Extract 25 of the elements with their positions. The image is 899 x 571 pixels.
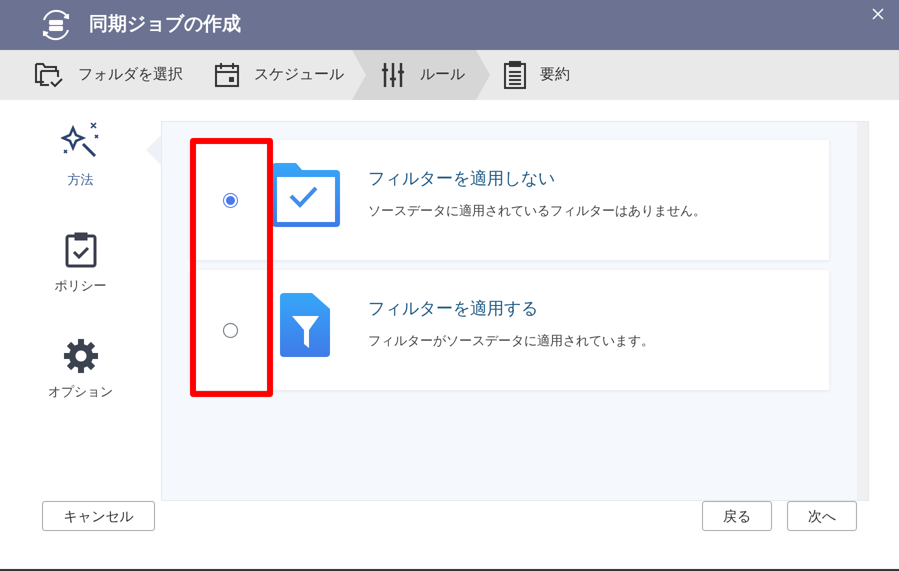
step-tab[interactable]: スケジュール	[200, 50, 352, 100]
option-title: フィルターを適用しない	[368, 168, 556, 190]
calendar-icon	[214, 62, 240, 88]
option-title: フィルターを適用する	[368, 298, 539, 320]
step-tab[interactable]: ルール	[352, 50, 490, 100]
clipboard-check-icon	[64, 230, 98, 268]
option-description: フィルターがソースデータに適用されています。	[368, 332, 654, 350]
sidebar-item[interactable]: オプション	[20, 338, 140, 446]
next-button[interactable]: 次へ	[787, 501, 857, 531]
sliders-icon	[382, 62, 406, 88]
folder-check-icon	[34, 61, 64, 89]
sidebar-item[interactable]: ポリシー	[20, 230, 140, 338]
radio-button[interactable]	[223, 322, 238, 338]
cancel-button[interactable]: キャンセル	[42, 501, 155, 531]
window-title: 同期ジョブの作成	[89, 12, 241, 37]
filter-document-icon	[280, 293, 330, 357]
close-icon	[871, 7, 885, 21]
gear-icon	[62, 338, 98, 374]
clipboard-list-icon	[504, 61, 526, 89]
back-button[interactable]: 戻る	[702, 501, 772, 531]
radio-button[interactable]	[223, 192, 238, 208]
close-button[interactable]	[871, 7, 885, 21]
step-tab[interactable]: フォルダを選択	[20, 50, 200, 100]
option-description: ソースデータに適用されているフィルターはありません。	[368, 202, 706, 220]
step-tab[interactable]: 要約	[490, 50, 650, 100]
